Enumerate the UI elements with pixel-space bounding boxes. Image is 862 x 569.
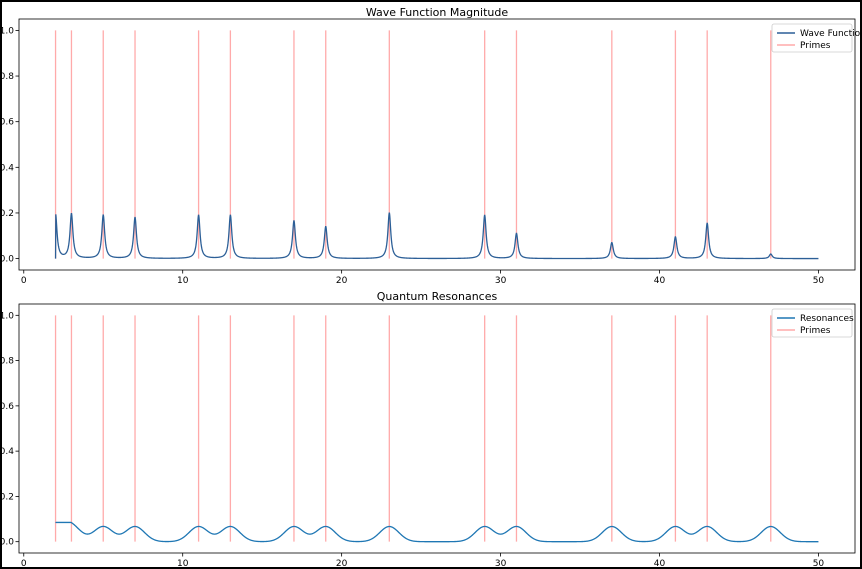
upper-xtick-label-50: 50 <box>813 276 825 286</box>
upper-primes-lines <box>54 30 772 259</box>
upper-axes-frame <box>18 18 856 271</box>
lower-ytick-label-5: 1.0 <box>2 311 14 321</box>
lower-xtick-label-10: 10 <box>177 559 189 567</box>
upper-xtick-label-20: 20 <box>336 276 348 286</box>
lower-legend-label-1: Primes <box>800 326 831 336</box>
upper-legend-label-0: Wave Function <box>800 29 860 39</box>
lower-xtick-label-40: 40 <box>654 559 666 567</box>
upper-chart-title: Wave Function Magnitude <box>366 6 508 19</box>
lower-series-line <box>55 521 819 543</box>
lower-ytick-label-0: 0.0 <box>2 538 14 548</box>
upper-xtick-label-0: 0 <box>21 276 27 286</box>
upper-ytick-label-2: 0.4 <box>2 163 14 173</box>
upper-xtick-label-40: 40 <box>654 276 666 286</box>
lower-chart: Quantum Resonances 0 10 20 30 40 50 0.0 0.2 0.4 0.… <box>0 290 856 569</box>
lower-xtick-label-0: 0 <box>21 559 27 567</box>
lower-ytick-label-2: 0.4 <box>2 447 14 457</box>
lower-xtick-label-50: 50 <box>813 559 825 567</box>
upper-ytick-label-1: 0.2 <box>2 209 14 219</box>
upper-ytick-label-0: 0.0 <box>2 255 14 265</box>
lower-ytick-label-1: 0.2 <box>2 492 14 502</box>
upper-legend-label-1: Primes <box>800 41 831 51</box>
upper-legend: Wave Function Primes <box>771 23 862 53</box>
lower-ytick-label-3: 0.6 <box>2 402 14 412</box>
upper-xtick-label-10: 10 <box>177 276 189 286</box>
figure-svg: Wave Function Magnitude 0 10 20 30 40 50 0.0 0.2… <box>0 6 862 569</box>
lower-axes-frame <box>18 303 856 554</box>
upper-ytick-label-5: 1.0 <box>2 26 14 36</box>
upper-xtick-label-30: 30 <box>495 276 507 286</box>
window-frame: Wave Function Magnitude 0 10 20 30 40 50 0.0 0.2… <box>0 0 862 569</box>
upper-ytick-label-3: 0.6 <box>2 118 14 128</box>
lower-legend-label-0: Resonances <box>800 314 854 324</box>
lower-xtick-label-20: 20 <box>336 559 348 567</box>
lower-chart-title: Quantum Resonances <box>377 290 498 303</box>
upper-series-line <box>54 212 819 260</box>
upper-chart: Wave Function Magnitude 0 10 20 30 40 50 0.0 0.2… <box>0 6 862 286</box>
lower-primes-lines <box>54 315 772 542</box>
figure-canvas: Wave Function Magnitude 0 10 20 30 40 50 0.0 0.2… <box>0 2 862 569</box>
lower-ytick-label-4: 0.8 <box>2 357 14 367</box>
lower-legend: Resonances Primes <box>771 308 854 338</box>
upper-ytick-label-4: 0.8 <box>2 72 14 82</box>
lower-xtick-label-30: 30 <box>495 559 507 567</box>
